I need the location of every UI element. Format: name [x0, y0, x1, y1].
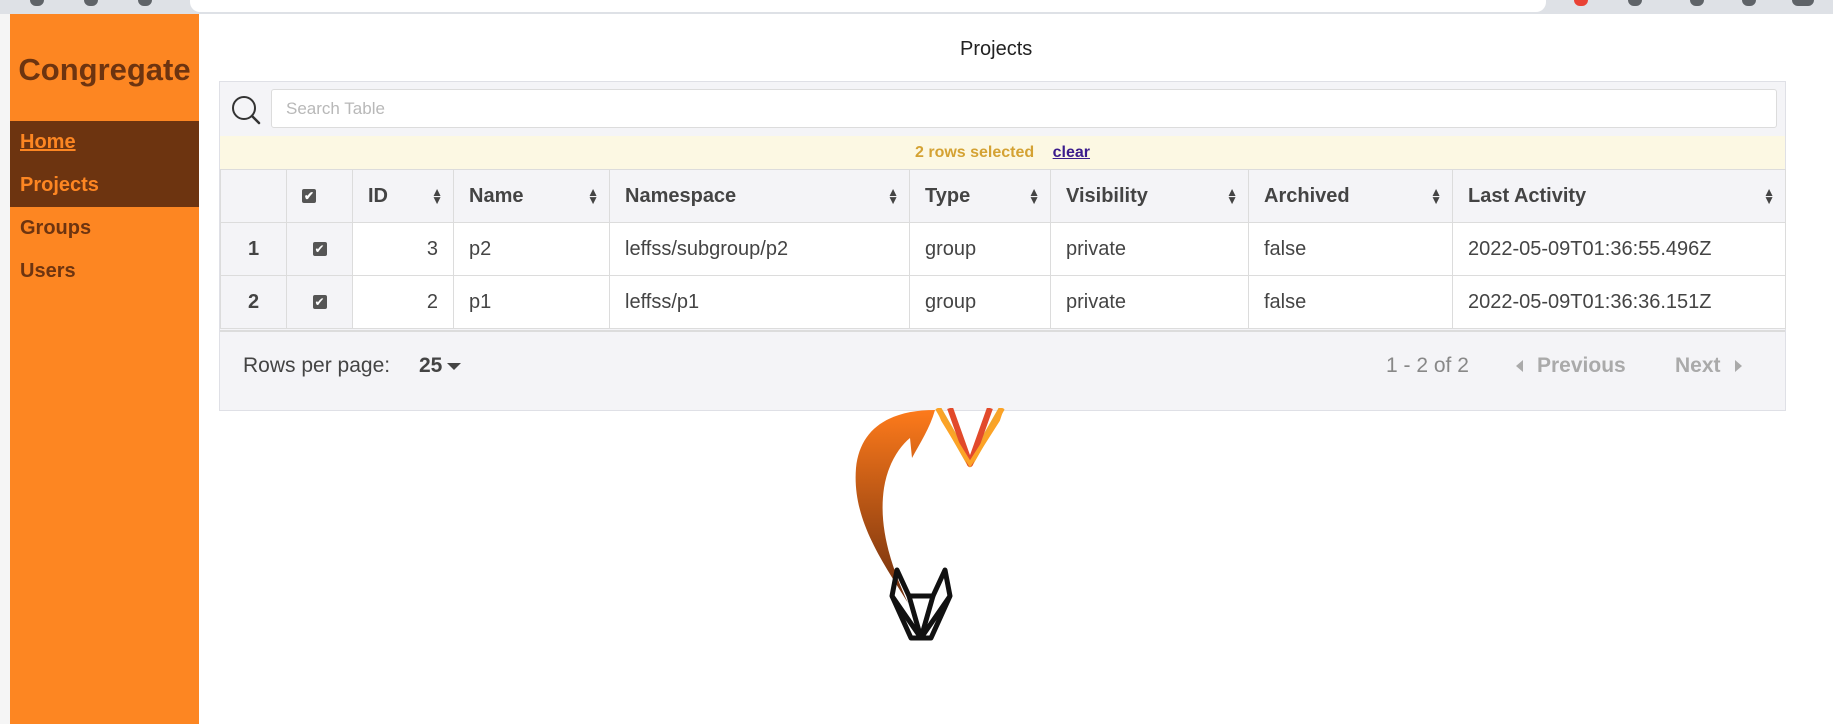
column-header-label: Visibility	[1066, 184, 1148, 207]
row-number-header	[220, 169, 287, 223]
browser-profile-icon[interactable]	[1792, 0, 1814, 6]
projects-table: ✔ ID ▲▼ Name ▲▼ Namespace ▲▼ Type ▲▼	[220, 169, 1786, 329]
column-header-label: ID	[368, 184, 388, 207]
column-header-name[interactable]: Name ▲ ▼	[453, 169, 610, 223]
cell-id: 3	[352, 222, 454, 276]
cell-type: group	[909, 222, 1051, 276]
column-header-label: Type	[925, 184, 971, 207]
table-panel: 2 rows selected clear ✔ ID ▲▼ Name ▲▼	[219, 81, 1786, 411]
selection-count: 2 rows selected	[915, 144, 1035, 161]
pagination-footer: Rows per page: 25 1 - 2 of 2 Previous Ne…	[220, 330, 1785, 410]
next-page-button[interactable]: Next	[1675, 354, 1742, 378]
sort-icon[interactable]: ▲ ▼	[1763, 186, 1775, 206]
table-row[interactable]: 2 ✔ 2 p1 leffss/p1 group private false 2…	[220, 275, 1786, 329]
sidebar-item-home[interactable]: Home	[10, 121, 199, 164]
row-number: 1	[220, 222, 287, 276]
column-header-visibility[interactable]: Visibility ▲ ▼	[1050, 169, 1249, 223]
sort-icon[interactable]: ▲ ▼	[587, 186, 599, 206]
cell-namespace: leffss/subgroup/p2	[609, 222, 910, 276]
page-title: Projects	[960, 38, 1033, 60]
sidebar-item-groups[interactable]: Groups	[10, 207, 199, 250]
sort-icon[interactable]: ▲ ▼	[1430, 186, 1442, 206]
column-header-id[interactable]: ID ▲ ▼	[352, 169, 454, 223]
caret-left-icon	[1516, 360, 1523, 373]
row-select-cell: ✔	[286, 275, 353, 329]
browser-address-bar[interactable]	[190, 0, 1546, 12]
previous-page-button[interactable]: Previous	[1516, 354, 1626, 378]
selection-bar: 2 rows selected clear	[220, 136, 1785, 169]
sort-icon[interactable]: ▲ ▼	[431, 186, 443, 206]
caret-right-icon	[1734, 360, 1742, 373]
caret-down-icon	[447, 362, 462, 370]
cell-archived: false	[1248, 275, 1453, 329]
congregate-logo	[855, 408, 1005, 641]
row-select-cell: ✔	[286, 222, 353, 276]
cell-type: group	[909, 275, 1051, 329]
rows-per-page-select[interactable]: 25	[419, 354, 462, 378]
row-checkbox[interactable]: ✔	[312, 295, 327, 310]
column-header-label: Last Activity	[1468, 184, 1587, 207]
previous-label: Previous	[1537, 354, 1626, 377]
clear-selection-link[interactable]: clear	[1053, 144, 1090, 161]
brand-title: Congregate	[18, 52, 191, 87]
table-header-row: ✔ ID ▲▼ Name ▲▼ Namespace ▲▼ Type ▲▼	[220, 169, 1786, 223]
cell-archived: false	[1248, 222, 1453, 276]
select-all-header: ✔	[286, 169, 353, 223]
search-input[interactable]	[271, 89, 1777, 128]
search-icon	[232, 96, 261, 125]
sort-icon[interactable]: ▲ ▼	[1226, 186, 1238, 206]
row-number: 2	[220, 275, 287, 329]
column-header-label: Namespace	[625, 184, 737, 207]
cell-name: p2	[453, 222, 610, 276]
column-header-namespace[interactable]: Namespace ▲ ▼	[609, 169, 910, 223]
rows-per-page-value: 25	[419, 354, 443, 377]
sidebar-item-projects[interactable]: Projects	[10, 164, 199, 207]
select-all-checkbox[interactable]: ✔	[302, 189, 316, 204]
column-header-archived[interactable]: Archived ▲ ▼	[1248, 169, 1453, 223]
row-checkbox[interactable]: ✔	[312, 242, 327, 257]
cell-visibility: private	[1050, 275, 1249, 329]
sort-icon[interactable]: ▲ ▼	[887, 186, 899, 206]
cell-namespace: leffss/p1	[609, 275, 910, 329]
rows-per-page-label: Rows per page:	[243, 354, 391, 377]
sidebar: Congregate Home Projects Groups Users	[10, 14, 199, 724]
pagination-range: 1 - 2 of 2	[1386, 354, 1469, 377]
sidebar-item-users[interactable]: Users	[10, 250, 199, 293]
cell-last-activity: 2022-05-09T01:36:55.496Z	[1452, 222, 1786, 276]
column-header-last-activity[interactable]: Last Activity ▲ ▼	[1452, 169, 1786, 223]
cell-last-activity: 2022-05-09T01:36:36.151Z	[1452, 275, 1786, 329]
sort-icon[interactable]: ▲ ▼	[1028, 186, 1040, 206]
cell-id: 2	[352, 275, 454, 329]
sidebar-nav: Home Projects Groups Users	[10, 121, 199, 293]
cell-visibility: private	[1050, 222, 1249, 276]
table-row[interactable]: 1 ✔ 3 p2 leffss/subgroup/p2 group privat…	[220, 222, 1786, 276]
column-header-label: Name	[469, 184, 524, 207]
column-header-type[interactable]: Type ▲ ▼	[909, 169, 1051, 223]
cell-name: p1	[453, 275, 610, 329]
column-header-label: Archived	[1264, 184, 1350, 207]
next-label: Next	[1675, 354, 1721, 377]
